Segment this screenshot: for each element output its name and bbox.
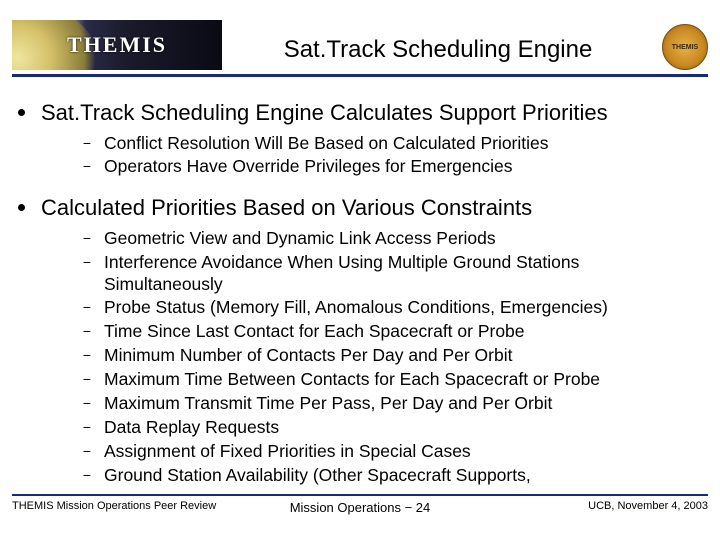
bullet-2: Calculated Priorities Based on Various C… bbox=[18, 194, 702, 222]
dash-icon: − bbox=[82, 395, 92, 411]
sub-item: −Geometric View and Dynamic Link Access … bbox=[82, 228, 702, 250]
bullet-1-text: Sat.Track Scheduling Engine Calculates S… bbox=[41, 99, 608, 127]
logo-text: THEMIS bbox=[67, 32, 167, 58]
footer-center: Mission Operations − 24 bbox=[12, 500, 708, 515]
dash-icon: − bbox=[82, 323, 92, 339]
sub-item: −Time Since Last Contact for Each Spacec… bbox=[82, 321, 702, 343]
patch-label: THEMIS bbox=[672, 44, 698, 51]
bullet-1: Sat.Track Scheduling Engine Calculates S… bbox=[18, 99, 702, 127]
bullet-dot-icon bbox=[18, 109, 25, 116]
bullet-1-subs: −Conflict Resolution Will Be Based on Ca… bbox=[82, 133, 702, 179]
sub-item: −Conflict Resolution Will Be Based on Ca… bbox=[82, 133, 702, 155]
dash-icon: − bbox=[82, 230, 92, 246]
slide-footer: THEMIS Mission Operations Peer Review Mi… bbox=[12, 500, 708, 512]
sub-item: −Minimum Number of Contacts Per Day and … bbox=[82, 345, 702, 367]
dash-icon: − bbox=[82, 299, 92, 315]
sub-item: −Ground Station Availability (Other Spac… bbox=[82, 465, 702, 487]
sub-item: −Data Replay Requests bbox=[82, 417, 702, 439]
bullet-2-text: Calculated Priorities Based on Various C… bbox=[41, 194, 532, 222]
sub-item: −Assignment of Fixed Priorities in Speci… bbox=[82, 441, 702, 463]
dash-icon: − bbox=[82, 347, 92, 363]
sub-item: −Probe Status (Memory Fill, Anomalous Co… bbox=[82, 297, 702, 319]
slide-header: THEMIS Sat.Track Scheduling Engine THEMI… bbox=[0, 0, 720, 70]
slide-title: Sat.Track Scheduling Engine bbox=[222, 36, 662, 70]
dash-icon: − bbox=[82, 419, 92, 435]
sub-item: −Maximum Transmit Time Per Pass, Per Day… bbox=[82, 393, 702, 415]
dash-icon: − bbox=[82, 443, 92, 459]
dash-icon: − bbox=[82, 158, 92, 174]
slide-content: Sat.Track Scheduling Engine Calculates S… bbox=[0, 77, 720, 486]
dash-icon: − bbox=[82, 135, 92, 151]
dash-icon: − bbox=[82, 254, 92, 270]
footer-rule bbox=[12, 494, 708, 496]
sub-item: −Operators Have Override Privileges for … bbox=[82, 156, 702, 178]
themis-logo: THEMIS bbox=[12, 20, 222, 70]
sub-item: −Interference Avoidance When Using Multi… bbox=[82, 252, 702, 296]
sub-item: −Maximum Time Between Contacts for Each … bbox=[82, 369, 702, 391]
dash-icon: − bbox=[82, 467, 92, 483]
bullet-2-subs: −Geometric View and Dynamic Link Access … bbox=[82, 228, 702, 487]
dash-icon: − bbox=[82, 371, 92, 387]
bullet-dot-icon bbox=[18, 204, 25, 211]
mission-patch-icon: THEMIS bbox=[662, 24, 708, 70]
